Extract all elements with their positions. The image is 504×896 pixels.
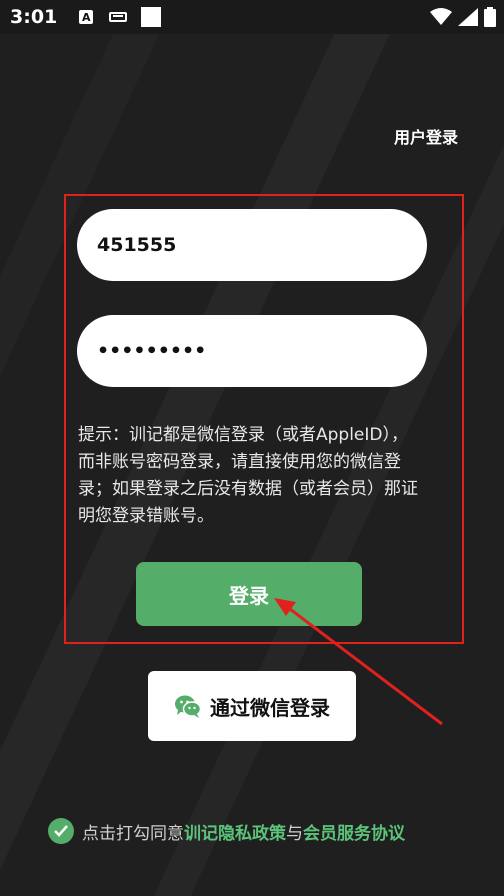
wechat-icon xyxy=(175,695,202,718)
notification-square-icon xyxy=(141,7,162,27)
status-icons xyxy=(430,7,496,27)
password-input[interactable] xyxy=(77,315,427,387)
login-button[interactable]: 登录 xyxy=(136,562,362,626)
tab-user-login[interactable]: 用户登录 xyxy=(394,124,458,148)
status-time: 3:01 xyxy=(10,6,58,28)
privacy-policy-link[interactable]: 训记隐私政策 xyxy=(184,824,286,844)
agreement-row: 点击打勾同意训记隐私政策与会员服务协议 xyxy=(48,818,488,844)
agree-checkbox[interactable] xyxy=(48,818,74,844)
wechat-login-label: 通过微信登录 xyxy=(210,695,330,720)
login-hint-text: 提示：训记都是微信登录（或者AppleID），而非账号密码登录，请直接使用您的微… xyxy=(78,425,418,526)
battery-icon xyxy=(484,7,496,27)
status-bar: 3:01 A xyxy=(0,0,504,34)
notification-a-icon: A xyxy=(79,10,94,24)
keyboard-icon xyxy=(109,12,128,22)
wechat-login-button[interactable]: 通过微信登录 xyxy=(148,671,356,741)
agreement-prefix: 点击打勾同意 xyxy=(82,823,184,844)
agreement-and: 与 xyxy=(286,823,303,844)
account-input[interactable] xyxy=(77,209,427,281)
member-agreement-link[interactable]: 会员服务协议 xyxy=(303,824,405,844)
signal-icon xyxy=(458,8,478,26)
check-icon xyxy=(54,825,68,837)
wifi-icon xyxy=(430,8,452,25)
